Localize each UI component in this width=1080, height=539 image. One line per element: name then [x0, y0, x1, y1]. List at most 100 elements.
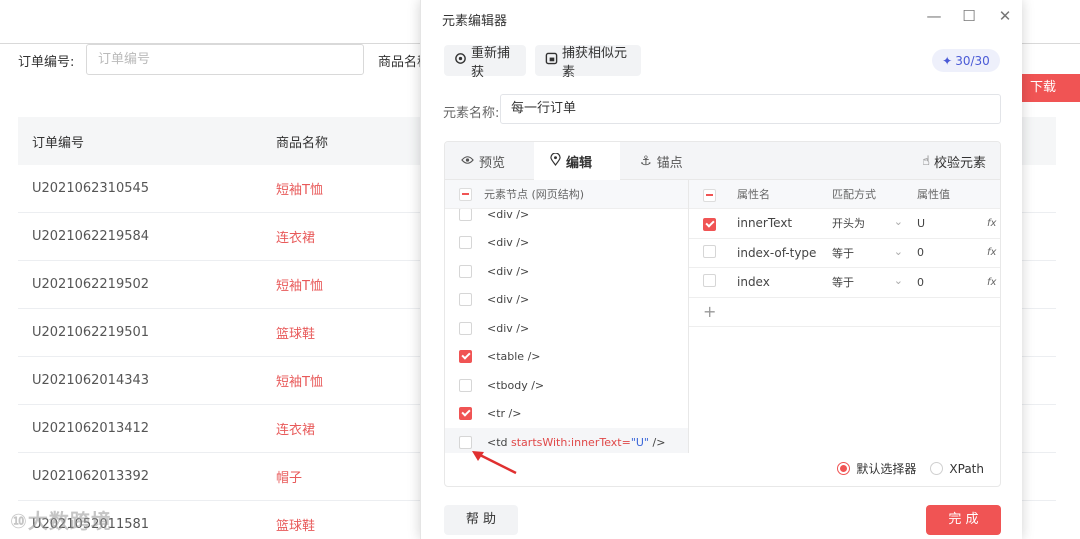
- order-number-cell: U2021062219501: [32, 325, 150, 340]
- element-node-row[interactable]: <table />: [445, 343, 688, 372]
- attribute-checkbox[interactable]: [703, 274, 716, 288]
- element-node-checkbox[interactable]: [459, 321, 472, 335]
- tab-edit-label: 编辑: [566, 155, 593, 171]
- default-selector-radio[interactable]: [837, 462, 851, 475]
- attrs-select-all-checkbox[interactable]: [703, 188, 716, 202]
- capture-similar-icon: [545, 52, 558, 69]
- element-node-checkbox[interactable]: [459, 350, 472, 364]
- default-selector-label: 默认选择器: [856, 462, 917, 476]
- product-name-link[interactable]: 短袖T恤: [276, 275, 323, 294]
- download-button[interactable]: 下载: [1016, 74, 1080, 102]
- capture-similar-button[interactable]: 捕获相似元素: [535, 45, 641, 80]
- element-node-row[interactable]: <div />: [445, 314, 688, 343]
- node-tag-value: "U": [630, 435, 649, 449]
- element-node-tag: <div />: [487, 321, 530, 335]
- help-button[interactable]: 帮 助: [444, 505, 518, 535]
- element-node-row[interactable]: <div />: [445, 257, 688, 286]
- match-mode-value: 等于: [832, 276, 854, 290]
- element-node-checkbox[interactable]: [459, 236, 472, 250]
- chevron-down-icon: ⌄: [893, 274, 903, 288]
- element-node-row[interactable]: <tr />: [445, 400, 688, 429]
- xpath-radio[interactable]: [930, 462, 944, 475]
- order-number-cell: U2021062310545: [32, 181, 150, 196]
- attribute-value-input[interactable]: U: [917, 217, 987, 230]
- quota-value: 30/30: [955, 53, 990, 68]
- order-number-cell: U2021062219502: [32, 277, 150, 292]
- order-number-cell: U2021062013412: [32, 421, 150, 436]
- element-node-checkbox[interactable]: [459, 407, 472, 421]
- element-node-checkbox[interactable]: [459, 264, 472, 278]
- sparkle-icon: ✦: [942, 53, 953, 68]
- product-name-link[interactable]: 篮球鞋: [276, 515, 315, 534]
- match-mode-select[interactable]: 等于 ⌄: [832, 274, 917, 290]
- match-mode-select[interactable]: 开头为 ⌄: [832, 215, 917, 231]
- maximize-icon[interactable]: ☐: [958, 5, 980, 27]
- product-name-link[interactable]: 连衣裙: [276, 419, 315, 438]
- function-icon[interactable]: fx: [987, 218, 996, 229]
- tab-edit[interactable]: 编辑: [534, 142, 620, 180]
- element-node-row[interactable]: <tbody />: [445, 371, 688, 400]
- attr-match-header: 匹配方式: [832, 188, 876, 201]
- product-name-link[interactable]: 连衣裙: [276, 227, 315, 246]
- element-node-tag: <tbody />: [487, 378, 545, 392]
- node-tag-condition: startsWith:innerText=: [511, 435, 631, 449]
- attr-name-header: 属性名: [737, 188, 770, 201]
- order-number-cell: U2021062013392: [32, 469, 150, 484]
- order-number-cell: U2021062014343: [32, 373, 150, 388]
- match-mode-select[interactable]: 等于 ⌄: [832, 245, 917, 261]
- attribute-name: index: [737, 275, 770, 290]
- hand-pointer-icon: ☝: [922, 153, 930, 169]
- verify-element-button[interactable]: ☝ 校验元素: [922, 142, 986, 180]
- verify-element-label: 校验元素: [933, 155, 986, 171]
- eye-icon: [461, 154, 474, 169]
- function-icon[interactable]: fx: [987, 277, 996, 288]
- match-mode-value: 开头为: [832, 217, 865, 231]
- element-name-input[interactable]: 每一行订单: [500, 94, 1001, 124]
- product-name-link[interactable]: 帽子: [276, 467, 302, 486]
- tab-anchor-label: 锚点: [656, 155, 683, 171]
- dialog-title: 元素编辑器: [442, 14, 508, 29]
- location-pin-icon: [550, 152, 561, 170]
- recapture-button[interactable]: 重新捕获: [444, 45, 526, 80]
- product-name-link[interactable]: 短袖T恤: [276, 179, 323, 198]
- watermark-logo: ⑩大数跨境: [10, 509, 112, 533]
- element-node-tag: <table />: [487, 350, 541, 364]
- element-node-row[interactable]: <div />: [445, 229, 688, 258]
- attribute-row: innerText 开头为 ⌄ Ufx: [689, 209, 1000, 239]
- node-tag-suffix: />: [652, 435, 666, 449]
- chevron-down-icon: ⌄: [893, 215, 903, 229]
- attribute-value-input[interactable]: 0: [917, 276, 987, 289]
- function-icon[interactable]: fx: [987, 247, 996, 258]
- product-name-link[interactable]: 篮球鞋: [276, 323, 315, 342]
- attribute-row: index-of-type 等于 ⌄ 0 fx: [689, 239, 1000, 268]
- attribute-row: index 等于 ⌄ 0 fx: [689, 268, 1000, 298]
- attribute-checkbox[interactable]: [703, 244, 716, 258]
- add-attribute-button[interactable]: +: [689, 298, 1000, 327]
- element-node-checkbox[interactable]: [459, 209, 472, 221]
- attribute-name: index-of-type: [737, 245, 817, 260]
- nodes-select-all-checkbox[interactable]: [459, 187, 472, 201]
- attribute-value-input[interactable]: 0: [917, 246, 987, 259]
- element-node-checkbox[interactable]: [459, 378, 472, 392]
- anchor-icon: ⚓: [640, 153, 652, 169]
- element-node-tag: <tr />: [487, 407, 522, 421]
- attributes-header: 属性名 匹配方式 属性值: [689, 180, 1000, 209]
- column-order-number: 订单编号: [32, 135, 85, 151]
- chevron-down-icon: ⌄: [893, 244, 903, 258]
- attribute-checkbox[interactable]: [703, 217, 716, 231]
- order-number-filter-input[interactable]: 订单编号: [86, 44, 364, 75]
- tab-anchor[interactable]: ⚓ 锚点: [640, 142, 710, 180]
- minimize-icon[interactable]: —: [923, 5, 945, 27]
- attr-value-header: 属性值: [917, 188, 950, 201]
- close-icon[interactable]: ✕: [994, 5, 1016, 27]
- element-node-tag: <div />: [487, 264, 530, 278]
- editor-tabs: 预览 编辑 ⚓ 锚点 ☝ 校验元素: [445, 142, 1000, 180]
- element-node-row[interactable]: <div />: [445, 286, 688, 315]
- element-node-row[interactable]: <div />: [445, 209, 688, 229]
- order-number-cell: U2021062219584: [32, 229, 150, 244]
- product-name-link[interactable]: 短袖T恤: [276, 371, 323, 390]
- element-node-checkbox[interactable]: [459, 293, 472, 307]
- attributes-panel: 属性名 匹配方式 属性值 innerText 开头为 ⌄ Ufx index-of-ty…: [689, 180, 1000, 453]
- finish-button[interactable]: 完 成: [926, 505, 1001, 535]
- tab-preview[interactable]: 预览: [461, 142, 531, 180]
